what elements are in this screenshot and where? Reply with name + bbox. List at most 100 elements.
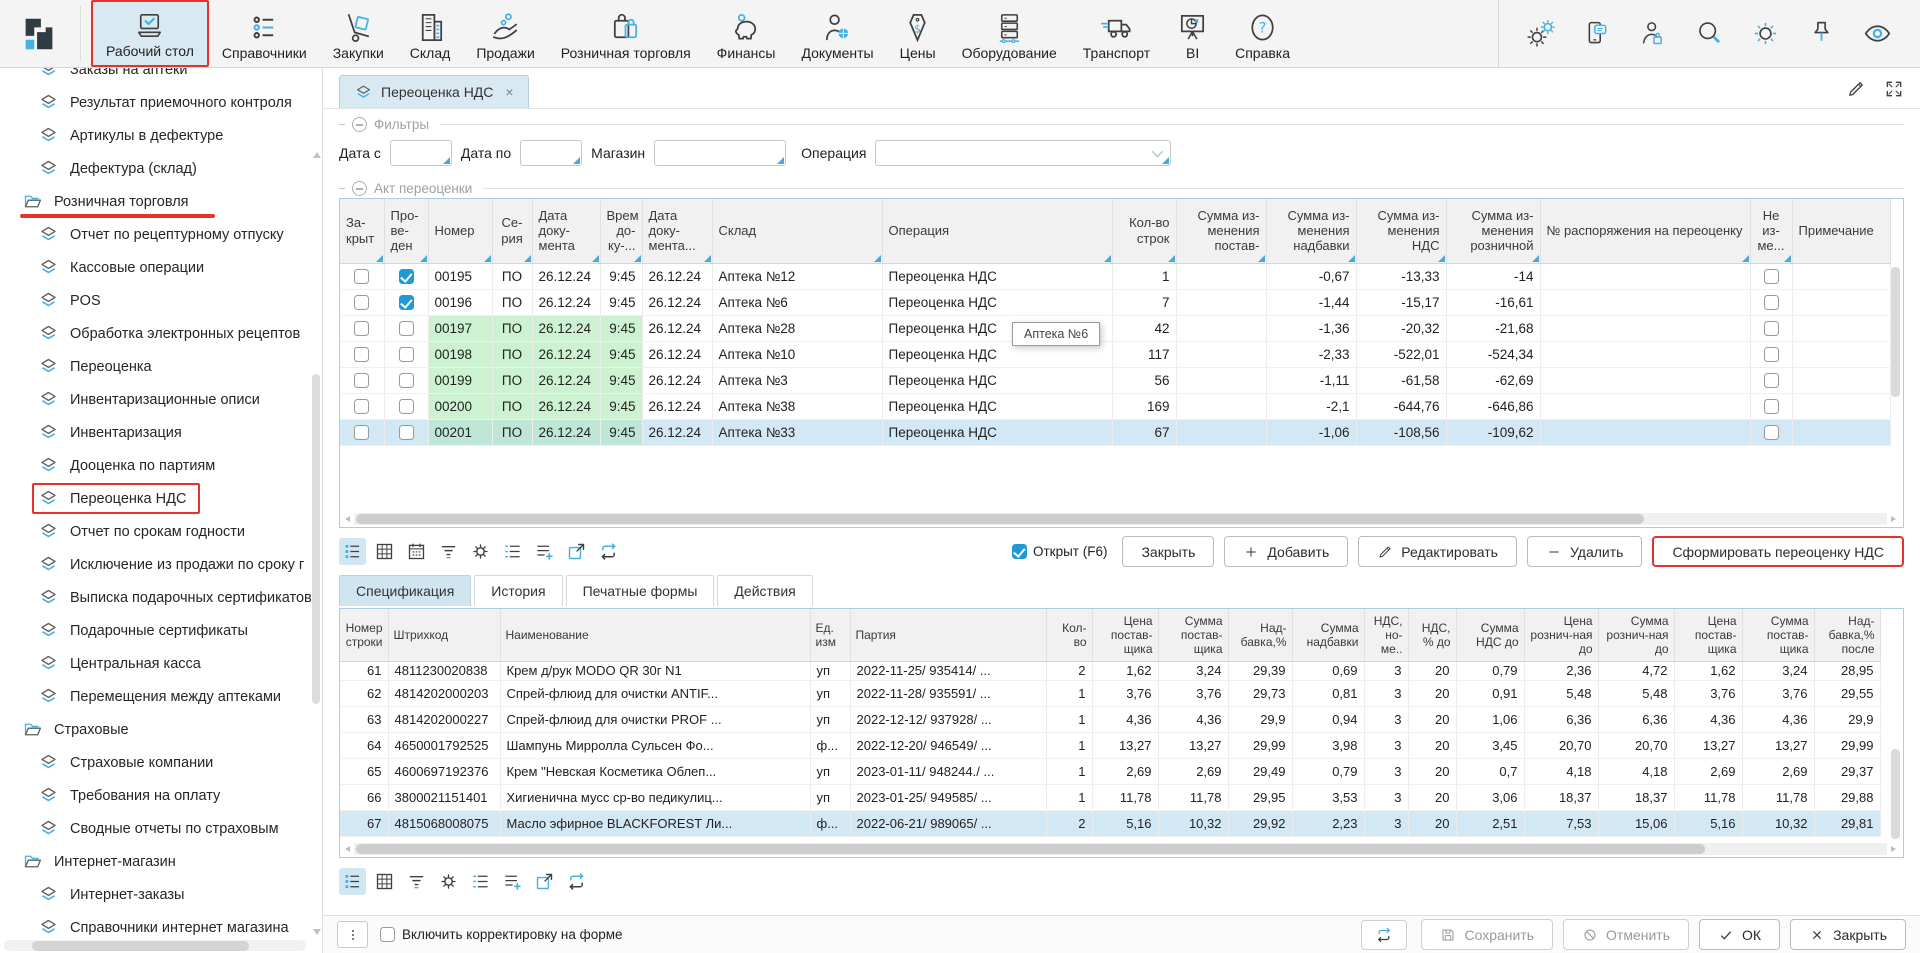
sidebar-item-10[interactable]: Инвентаризационные описи xyxy=(0,383,322,416)
checkbox[interactable] xyxy=(399,295,414,310)
act-cell-unchanged[interactable] xyxy=(1750,393,1792,419)
spec-column-header[interactable]: НДС, % до xyxy=(1408,609,1456,661)
detail-tab-2[interactable]: Печатные формы xyxy=(566,575,715,606)
sidebar-item-7[interactable]: POS xyxy=(0,284,322,317)
act-column-header[interactable]: Сумма из-менения розничной xyxy=(1446,199,1540,263)
scrollbar-thumb[interactable] xyxy=(1891,267,1900,397)
act-cell-closed[interactable] xyxy=(340,289,384,315)
act-column-header[interactable]: За-крыт xyxy=(340,199,384,263)
sidebar-item-13[interactable]: Переоценка НДС xyxy=(0,482,322,515)
open-f6-checkbox[interactable]: Открыт (F6) xyxy=(1012,544,1107,559)
spec-table-row[interactable]: 614811230020838Крем д/рук MODO QR 30г N1… xyxy=(340,661,1880,680)
checkbox[interactable] xyxy=(399,347,414,362)
checkbox[interactable] xyxy=(1764,425,1779,440)
sidebar-item-24[interactable]: Интернет-магазин xyxy=(0,845,322,878)
act-button-1[interactable]: Добавить xyxy=(1224,536,1348,567)
act-cell-unchanged[interactable] xyxy=(1750,419,1792,445)
spec-table-row[interactable]: 663800021151401Хигиенична мусс ср-во пед… xyxy=(340,784,1880,810)
search-icon[interactable] xyxy=(1695,19,1724,48)
checkbox[interactable] xyxy=(399,269,414,284)
checkbox[interactable] xyxy=(354,425,369,440)
spec-column-header[interactable]: Сумма постав-щика xyxy=(1742,609,1814,661)
external-tool-icon[interactable] xyxy=(531,868,558,895)
scroll-up-icon[interactable] xyxy=(313,152,321,158)
numlist-tool-icon[interactable] xyxy=(467,868,494,895)
sidebar-item-22[interactable]: Требования на оплату xyxy=(0,779,322,812)
act-cell-posted[interactable] xyxy=(384,263,428,289)
ribbon-item-5[interactable]: Розничная торговля xyxy=(548,0,704,67)
act-column-header[interactable]: № распоряжения на переоценку xyxy=(1540,199,1750,263)
checkbox[interactable] xyxy=(354,295,369,310)
pin-icon[interactable] xyxy=(1807,19,1836,48)
filter-tool-icon[interactable] xyxy=(435,538,462,565)
act-table-row[interactable]: 00199ПО26.12.249:4526.12.24Аптека №3Пере… xyxy=(340,367,1890,393)
act-cell-posted[interactable] xyxy=(384,315,428,341)
act-column-header[interactable]: Дата доку-мента xyxy=(532,199,600,263)
act-column-header[interactable]: Врем до-ку-... xyxy=(600,199,642,263)
scroll-down-icon[interactable] xyxy=(313,929,321,935)
act-column-header[interactable]: Про-ве-ден xyxy=(384,199,428,263)
external-tool-icon[interactable] xyxy=(563,538,590,565)
scrollbar-thumb[interactable] xyxy=(32,941,249,951)
act-table-row[interactable]: 00201ПО26.12.249:4526.12.24Аптека №33Пер… xyxy=(340,419,1890,445)
spec-column-header[interactable]: Штрихкод xyxy=(388,609,500,661)
act-column-header[interactable]: Кол-во строк xyxy=(1112,199,1176,263)
spec-column-header[interactable]: Номер строки xyxy=(340,609,388,661)
detail-tab-0[interactable]: Спецификация xyxy=(339,575,471,606)
grid-tool-icon[interactable] xyxy=(371,868,398,895)
ribbon-item-6[interactable]: Финансы xyxy=(704,0,789,67)
checkbox[interactable] xyxy=(399,425,414,440)
spec-column-header[interactable]: Ед. изм xyxy=(810,609,850,661)
act-cell-posted[interactable] xyxy=(384,341,428,367)
spec-table-row[interactable]: 654600697192376Крем "Невская Косметика О… xyxy=(340,758,1880,784)
detail-tab-3[interactable]: Действия xyxy=(717,575,812,606)
sidebar-item-11[interactable]: Инвентаризация xyxy=(0,416,322,449)
form-adjust-checkbox[interactable]: Включить корректировку на форме xyxy=(380,927,623,942)
checkbox[interactable] xyxy=(354,269,369,284)
sidebar-item-1[interactable]: Результат приемочного контроля xyxy=(0,86,322,119)
checkbox[interactable] xyxy=(1764,321,1779,336)
checkbox[interactable] xyxy=(1764,373,1779,388)
act-column-header[interactable]: Дата доку-мента... xyxy=(642,199,712,263)
act-cell-unchanged[interactable] xyxy=(1750,289,1792,315)
sidebar-item-12[interactable]: Дооценка по партиям xyxy=(0,449,322,482)
act-column-header[interactable]: Примечание xyxy=(1792,199,1890,263)
checkbox[interactable] xyxy=(399,399,414,414)
spec-table-row[interactable]: 674815068008075Масло эфирное BLACKFOREST… xyxy=(340,810,1880,836)
spec-column-header[interactable]: Наименование xyxy=(500,609,810,661)
sidebar-item-2[interactable]: Артикулы в дефектуре xyxy=(0,119,322,152)
ribbon-item-0[interactable]: Рабочий стол xyxy=(91,0,209,67)
userlock-icon[interactable] xyxy=(1639,19,1668,48)
ribbon-item-10[interactable]: Транспорт xyxy=(1070,0,1163,67)
scrollbar-thumb[interactable] xyxy=(1891,749,1900,839)
sidebar-item-4[interactable]: Розничная торговля xyxy=(0,185,322,218)
date-to-input[interactable] xyxy=(520,140,582,166)
act-table-row[interactable]: 00196ПО26.12.249:4526.12.24Аптека №6Пере… xyxy=(340,289,1890,315)
collapse-icon[interactable] xyxy=(352,117,367,132)
detail-tab-1[interactable]: История xyxy=(474,575,562,606)
spec-column-header[interactable]: Сумма надбавки xyxy=(1292,609,1364,661)
act-cell-closed[interactable] xyxy=(340,341,384,367)
spec-table-row[interactable]: 634814202000227Спрей-флюид для очистки P… xyxy=(340,706,1880,732)
spec-horizontal-scrollbar[interactable] xyxy=(354,843,1887,855)
act-cell-closed[interactable] xyxy=(340,419,384,445)
act-cell-closed[interactable] xyxy=(340,393,384,419)
sidebar-item-25[interactable]: Интернет-заказы xyxy=(0,878,322,911)
act-cell-posted[interactable] xyxy=(384,419,428,445)
rows-tool-icon[interactable] xyxy=(339,538,366,565)
act-table-row[interactable]: 00200ПО26.12.249:4526.12.24Аптека №38Пер… xyxy=(340,393,1890,419)
sidebar-item-3[interactable]: Дефектура (склад) xyxy=(0,152,322,185)
grid-tool-icon[interactable] xyxy=(371,538,398,565)
sidebar-item-9[interactable]: Переоценка xyxy=(0,350,322,383)
scrollbar-thumb[interactable] xyxy=(356,844,1705,854)
scroll-right-icon[interactable] xyxy=(1891,516,1896,522)
calendar-tool-icon[interactable] xyxy=(403,538,430,565)
ribbon-item-2[interactable]: Закупки xyxy=(320,0,397,67)
spec-column-header[interactable]: Цена рознич-ная до xyxy=(1524,609,1598,661)
sidebar-item-17[interactable]: Подарочные сертификаты xyxy=(0,614,322,647)
spec-column-header[interactable]: НДС, но-ме.. xyxy=(1364,609,1408,661)
gears-icon[interactable] xyxy=(1527,19,1556,48)
checkbox[interactable] xyxy=(1764,399,1779,414)
act-cell-posted[interactable] xyxy=(384,367,428,393)
act-column-header[interactable]: Сумма из-менения НДС xyxy=(1356,199,1446,263)
